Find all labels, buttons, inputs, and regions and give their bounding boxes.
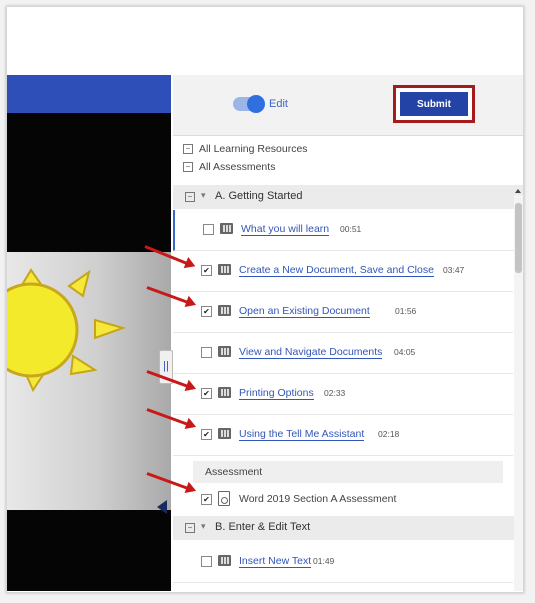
item-link[interactable]: View and Navigate Documents — [239, 346, 383, 359]
section-title: A. Getting Started — [215, 190, 303, 202]
item-duration: 02:18 — [378, 429, 400, 439]
video-icon — [218, 555, 231, 566]
chevron-down-icon: ▾ — [201, 521, 206, 531]
item-duration: 04:05 — [394, 347, 416, 357]
video-letterbox-bottom — [7, 510, 171, 591]
play-indicator-icon — [157, 500, 167, 514]
video-player[interactable]: || — [7, 75, 173, 591]
filter-all-assessments[interactable]: − All Assessments — [183, 161, 275, 173]
collapse-icon: − — [185, 192, 195, 202]
item-checkbox[interactable] — [201, 556, 212, 567]
screenshot-frame: || Edit Submit − All Learning Resources −… — [6, 6, 524, 593]
list-item[interactable]: ✔ Printing Options 02:33 — [173, 374, 513, 415]
video-icon — [218, 346, 231, 357]
assessment-item[interactable]: ✔ Word 2019 Section A Assessment — [173, 480, 513, 520]
item-link[interactable]: Using the Tell Me Assistant — [239, 428, 365, 441]
scroll-up-arrow-icon[interactable] — [515, 189, 521, 193]
item-duration: 01:49 — [313, 556, 335, 566]
collapse-icon: − — [183, 162, 193, 173]
scrollbar[interactable] — [514, 195, 523, 591]
item-link[interactable]: Printing Options — [239, 387, 314, 400]
list-item[interactable]: ✔ Open an Existing Document 01:56 — [173, 292, 513, 333]
chevron-down-icon: ▾ — [201, 190, 206, 200]
filter-list: − All Learning Resources − All Assessments — [173, 137, 523, 181]
assessment-header-label: Assessment — [205, 466, 263, 478]
video-icon — [218, 305, 231, 316]
assessment-title[interactable]: Word 2019 Section A Assessment — [239, 493, 396, 505]
assessment-icon — [218, 491, 230, 506]
video-icon — [218, 387, 231, 398]
filter-label: All Learning Resources — [199, 143, 308, 155]
submit-highlight-box: Submit — [393, 85, 475, 123]
item-duration: 01:56 — [395, 306, 417, 316]
list-item[interactable]: What you will learn 00:51 — [173, 210, 515, 251]
item-duration: 03:47 — [443, 265, 465, 275]
item-checkbox[interactable]: ✔ — [201, 388, 212, 399]
list-item[interactable]: ✔ Create a New Document, Save and Close … — [173, 251, 513, 292]
section-b-header[interactable]: − ▾ B. Enter & Edit Text — [173, 516, 523, 540]
item-link[interactable]: Open an Existing Document — [239, 305, 370, 318]
item-link[interactable]: What you will learn — [241, 223, 330, 236]
toggle-knob — [247, 95, 265, 113]
edit-label: Edit — [269, 98, 288, 110]
list-item[interactable]: ✔ Using the Tell Me Assistant 02:18 — [173, 415, 513, 456]
video-letterbox-top — [7, 113, 171, 252]
sun-illustration — [7, 268, 127, 393]
filter-label: All Assessments — [199, 161, 276, 173]
item-duration: 00:51 — [340, 224, 362, 234]
video-icon — [218, 428, 231, 439]
item-link[interactable]: Insert New Text — [239, 555, 312, 568]
section-a-header[interactable]: − ▾ A. Getting Started — [173, 185, 523, 209]
item-checkbox[interactable]: ✔ — [201, 429, 212, 440]
edit-toggle[interactable] — [233, 95, 265, 113]
video-icon — [218, 264, 231, 275]
item-checkbox[interactable] — [203, 224, 214, 235]
slide-image — [7, 252, 171, 510]
video-header-bar — [7, 75, 171, 113]
scrollbar-thumb[interactable] — [515, 203, 522, 273]
item-duration: 02:33 — [324, 388, 346, 398]
item-checkbox[interactable]: ✔ — [201, 494, 212, 505]
submit-button[interactable]: Submit — [400, 92, 468, 116]
collapse-icon: − — [183, 144, 193, 155]
item-link[interactable]: Create a New Document, Save and Close — [239, 264, 434, 277]
course-outline-panel: Edit Submit − All Learning Resources − All… — [173, 75, 523, 591]
item-checkbox[interactable]: ✔ — [201, 306, 212, 317]
video-icon — [220, 223, 233, 234]
section-title: B. Enter & Edit Text — [215, 521, 311, 533]
filter-all-learning-resources[interactable]: − All Learning Resources — [183, 143, 308, 155]
list-item[interactable]: View and Navigate Documents 04:05 — [173, 333, 513, 374]
item-checkbox[interactable] — [201, 347, 212, 358]
item-checkbox[interactable]: ✔ — [201, 265, 212, 276]
collapse-icon: − — [185, 523, 195, 533]
panel-toolbar: Edit Submit — [173, 75, 523, 136]
list-item[interactable]: Insert New Text 01:49 — [173, 542, 513, 583]
